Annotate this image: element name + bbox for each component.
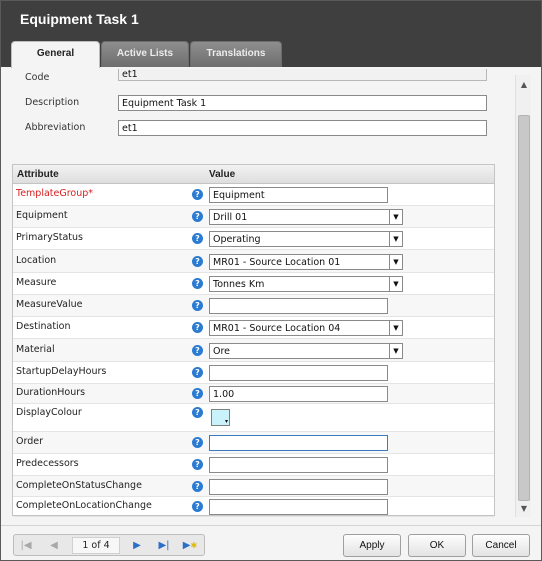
grid-row: MeasureValue? [13, 295, 494, 317]
grid-row: Order? [13, 432, 494, 454]
value-select[interactable]: MR01 - Source Location 01 [209, 254, 390, 270]
value-input[interactable] [209, 298, 388, 314]
help-icon[interactable]: ? [192, 367, 203, 378]
value-input[interactable] [209, 457, 388, 473]
grid-row: Location? MR01 - Source Location 01 ▼ [13, 250, 494, 273]
attribute-name: Destination [16, 321, 71, 332]
grid-row: TemplateGroup*? Equipment [13, 184, 494, 206]
ok-button[interactable]: OK [408, 534, 466, 557]
attribute-name: DisplayColour [16, 407, 82, 418]
grid-row: Predecessors? [13, 454, 494, 476]
help-icon[interactable]: ? [192, 211, 203, 222]
last-page-icon[interactable]: ▶| [154, 538, 174, 554]
value-input[interactable] [209, 365, 388, 381]
scroll-up-icon[interactable]: ▲ [516, 77, 532, 93]
tab-general[interactable]: General [11, 41, 100, 68]
value-select[interactable]: Tonnes Km [209, 276, 390, 292]
help-icon[interactable]: ? [192, 345, 203, 356]
attribute-name: CompleteOnStatusChange [16, 480, 142, 491]
code-field[interactable]: et1 [118, 69, 487, 81]
abbreviation-field[interactable]: et1 [118, 120, 487, 136]
colour-picker[interactable]: ▾ [211, 409, 230, 426]
attribute-column-header: Attribute [17, 169, 59, 180]
value-select[interactable]: Ore [209, 343, 390, 359]
attribute-name: TemplateGroup* [16, 188, 94, 199]
chevron-down-icon[interactable]: ▼ [390, 254, 403, 270]
grid-row: Material? Ore ▼ [13, 339, 494, 362]
help-icon[interactable]: ? [192, 300, 203, 311]
value-input[interactable]: 1.00 [209, 386, 388, 402]
help-icon[interactable]: ? [192, 407, 203, 418]
scroll-down-icon[interactable]: ▼ [516, 501, 532, 517]
attribute-name: DurationHours [16, 387, 86, 398]
grid-row: CompleteOnLocationChange? [13, 497, 494, 517]
attribute-name: CompleteOnLocationChange [16, 500, 152, 511]
chevron-down-icon[interactable]: ▼ [390, 231, 403, 247]
grid-row: Equipment? Drill 01 ▼ [13, 206, 494, 228]
cancel-button[interactable]: Cancel [472, 534, 530, 557]
grid-row: DisplayColour? ▾ [13, 404, 494, 432]
dialog-window: Equipment Task 1 General Active Lists Tr… [0, 0, 542, 561]
scroll-thumb[interactable] [518, 115, 530, 501]
prev-page-icon[interactable]: ◀ [44, 538, 64, 554]
value-select[interactable]: MR01 - Source Location 04 [209, 320, 390, 336]
title-bar: Equipment Task 1 General Active Lists Tr… [1, 1, 541, 68]
help-icon[interactable]: ? [192, 233, 203, 244]
description-label: Description [25, 97, 80, 108]
window-title: Equipment Task 1 [20, 11, 139, 27]
attribute-name: Material [16, 344, 55, 355]
value-input[interactable] [209, 499, 388, 515]
grid-row: Destination? MR01 - Source Location 04 ▼ [13, 317, 494, 339]
new-record-icon[interactable]: ▶✱ [180, 538, 200, 554]
help-icon[interactable]: ? [192, 256, 203, 267]
attribute-name: StartupDelayHours [16, 366, 107, 377]
first-page-icon[interactable]: |◀ [16, 538, 36, 554]
description-field[interactable]: Equipment Task 1 [118, 95, 487, 111]
help-icon[interactable]: ? [192, 459, 203, 470]
grid-row: DurationHours? 1.00 [13, 384, 494, 404]
help-icon[interactable]: ? [192, 322, 203, 333]
grid-row: StartupDelayHours? [13, 362, 494, 384]
chevron-down-icon[interactable]: ▼ [390, 276, 403, 292]
chevron-down-icon[interactable]: ▼ [390, 209, 403, 225]
attribute-name: Order [16, 436, 43, 447]
attribute-name: Measure [16, 277, 57, 288]
page-indicator: 1 of 4 [72, 537, 120, 554]
value-select[interactable]: Drill 01 [209, 209, 390, 225]
value-input[interactable]: Equipment [209, 187, 388, 203]
attribute-name: MeasureValue [16, 299, 83, 310]
grid-row: Measure? Tonnes Km ▼ [13, 273, 494, 295]
value-input[interactable] [209, 479, 388, 495]
tab-active-lists[interactable]: Active Lists [101, 41, 189, 67]
grid-row: PrimaryStatus? Operating ▼ [13, 228, 494, 250]
tab-translations[interactable]: Translations [190, 41, 282, 67]
help-icon[interactable]: ? [192, 481, 203, 492]
attribute-name: Equipment [16, 210, 68, 221]
attribute-grid: Attribute Value TemplateGroup*? Equipment… [12, 164, 495, 517]
record-pager: |◀ ◀ 1 of 4 ▶ ▶| ▶✱ [13, 534, 205, 556]
abbreviation-label: Abbreviation [25, 122, 86, 133]
chevron-down-icon[interactable]: ▼ [390, 343, 403, 359]
grid-row: CompleteOnStatusChange? [13, 476, 494, 497]
general-panel: Code et1 Description Equipment Task 1 Ab… [10, 69, 532, 517]
bottom-bar: |◀ ◀ 1 of 4 ▶ ▶| ▶✱ Apply OK Cancel [1, 525, 541, 560]
attribute-name: Predecessors [16, 458, 79, 469]
help-icon[interactable]: ? [192, 501, 203, 512]
attribute-name: Location [16, 255, 57, 266]
vertical-scrollbar[interactable]: ▲ ▼ [515, 75, 531, 517]
help-icon[interactable]: ? [192, 388, 203, 399]
value-select[interactable]: Operating [209, 231, 390, 247]
chevron-down-icon: ▾ [224, 418, 228, 425]
attribute-name: PrimaryStatus [16, 232, 83, 243]
value-column-header: Value [209, 169, 236, 180]
help-icon[interactable]: ? [192, 437, 203, 448]
help-icon[interactable]: ? [192, 278, 203, 289]
value-input[interactable] [209, 435, 388, 451]
chevron-down-icon[interactable]: ▼ [390, 320, 403, 336]
grid-header: Attribute Value [13, 165, 494, 184]
next-page-icon[interactable]: ▶ [127, 538, 147, 554]
help-icon[interactable]: ? [192, 189, 203, 200]
apply-button[interactable]: Apply [343, 534, 401, 557]
code-label: Code [25, 72, 50, 83]
